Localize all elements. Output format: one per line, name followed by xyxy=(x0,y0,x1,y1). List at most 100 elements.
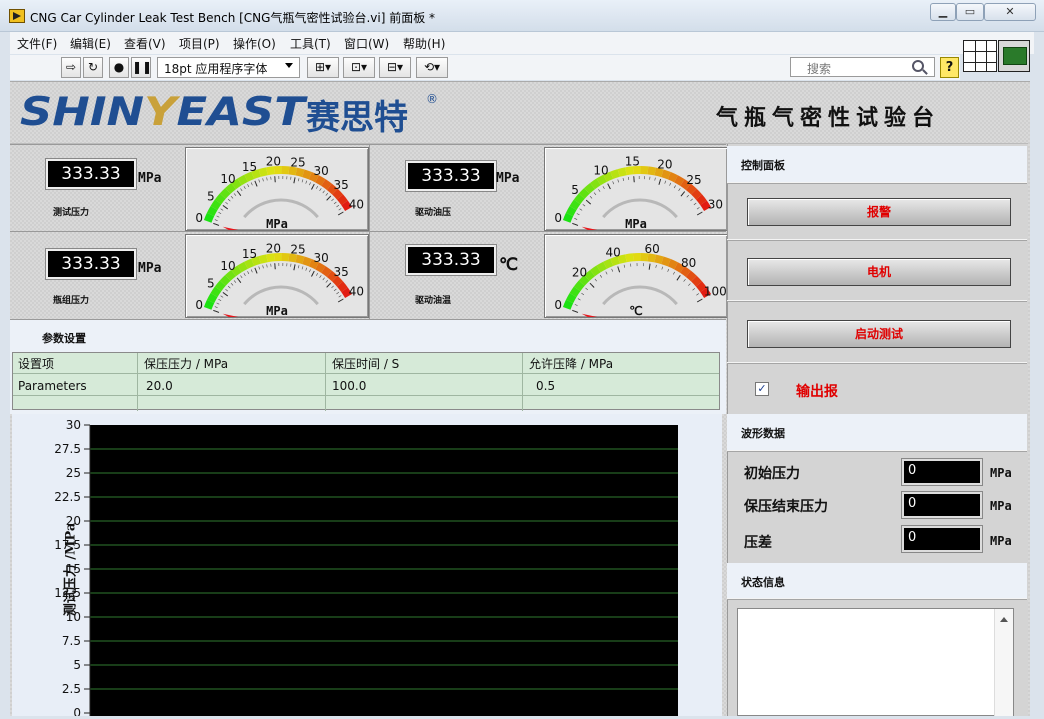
maximize-button[interactable]: ▭ xyxy=(956,3,984,21)
gauge-minor-tick xyxy=(670,183,671,186)
divider xyxy=(727,239,1027,241)
cylinder-pressure-label: 瓶组压力 xyxy=(53,293,89,306)
gauge-minor-tick xyxy=(674,185,675,188)
gauge-minor-tick xyxy=(320,275,322,277)
gauge-tick-label: 5 xyxy=(571,183,579,197)
table-cell[interactable]: Parameters xyxy=(13,377,87,393)
menu-view[interactable]: 查看(V) xyxy=(124,35,166,52)
param-table[interactable]: 设置项 保压压力 / MPa 保压时间 / S 允许压降 / MPa Param… xyxy=(12,352,720,410)
gauge-minor-tick xyxy=(217,303,220,304)
divider xyxy=(369,144,370,320)
gauge-tick-label: 40 xyxy=(349,198,364,212)
chart-y-tick-label: 5 xyxy=(73,658,81,672)
table-cell[interactable]: 0.5 xyxy=(531,377,555,393)
gauge-band-segment xyxy=(573,202,577,208)
close-button[interactable]: ✕ xyxy=(984,3,1036,21)
gauge-minor-tick xyxy=(323,191,325,193)
gauge-minor-tick xyxy=(237,191,239,193)
motor-button[interactable]: 电机 xyxy=(747,258,1011,286)
labview-app-icon xyxy=(9,9,25,23)
gauge-unit-label: MPa xyxy=(266,217,288,231)
window-title: CNG Car Cylinder Leak Test Bench [CNG气瓶气… xyxy=(30,9,435,26)
gauge-tick-label: 100 xyxy=(704,285,727,299)
gauge-minor-tick xyxy=(302,266,303,269)
gauge-minor-tick xyxy=(624,265,625,268)
gauge-band-segment xyxy=(599,265,605,269)
menu-tools[interactable]: 工具(T) xyxy=(290,35,331,52)
gauge-band-segment xyxy=(567,302,570,309)
gauge-minor-tick xyxy=(679,188,681,190)
resize-objects-icon[interactable]: ⊟▾ xyxy=(379,57,411,78)
divider xyxy=(727,598,1027,600)
menu-window[interactable]: 窗口(W) xyxy=(344,35,389,52)
test-pressure-label: 测试压力 xyxy=(53,205,89,218)
gauge-minor-tick xyxy=(656,265,657,268)
gauge-tick-label: 0 xyxy=(554,211,562,225)
gauge-minor-tick xyxy=(623,178,624,181)
output-alarm-label: 输出报 xyxy=(796,381,838,401)
pressure-chart[interactable]: 02.557.51012.51517.52022.52527.530 xyxy=(12,414,722,716)
divider xyxy=(727,182,1027,184)
control-panel-title: 控制面板 xyxy=(727,146,1027,182)
gauge-unit-label: ℃ xyxy=(629,304,642,318)
pause-icon[interactable]: ❚❚ xyxy=(131,57,151,78)
status-info-textbox[interactable] xyxy=(737,608,1014,716)
logo-text-a: SHIN xyxy=(20,90,144,135)
gauge-minor-tick xyxy=(575,304,578,305)
gauge-tick-label: 30 xyxy=(314,251,329,265)
reorder-icon[interactable]: ⟲▾ xyxy=(416,57,448,78)
start-test-button[interactable]: 启动测试 xyxy=(747,320,1011,348)
run-arrow-icon[interactable]: ⇨ xyxy=(61,57,81,78)
align-objects-icon[interactable]: ⊞▾ xyxy=(307,57,339,78)
abort-icon[interactable]: ● xyxy=(109,57,129,78)
menu-help[interactable]: 帮助(H) xyxy=(403,35,445,52)
distribute-objects-icon[interactable]: ⊡▾ xyxy=(343,57,375,78)
menu-operate[interactable]: 操作(O) xyxy=(233,35,276,52)
gauge-minor-tick xyxy=(302,179,303,182)
table-cell[interactable]: 100.0 xyxy=(327,377,366,393)
gauge-band-segment xyxy=(676,179,682,183)
gauge-minor-tick xyxy=(665,181,666,184)
gauge-tick-label: 10 xyxy=(220,259,235,273)
status-scrollbar[interactable] xyxy=(994,609,1013,716)
gauge-band-segment xyxy=(289,170,296,171)
end-pressure-unit: MPa xyxy=(990,499,1012,513)
table-header: 保压压力 / MPa xyxy=(139,353,228,372)
font-select[interactable]: 18pt 应用程序字体 xyxy=(157,57,300,78)
chart-y-tick-label: 30 xyxy=(66,418,81,432)
run-continuous-icon[interactable]: ↻ xyxy=(83,57,103,78)
gauge-band-segment xyxy=(260,171,267,173)
help-icon[interactable]: ? xyxy=(940,57,959,78)
drive-oil-pressure-display: 333.33 xyxy=(406,161,496,191)
gauge-band-segment xyxy=(246,175,253,178)
table-cell[interactable]: 20.0 xyxy=(141,377,173,393)
gauge-band-segment xyxy=(570,208,573,215)
menu-edit[interactable]: 编辑(E) xyxy=(70,35,111,52)
status-info-title: 状态信息 xyxy=(727,563,1027,599)
connector-pane-icon[interactable] xyxy=(963,40,997,72)
gauge-inner-arc xyxy=(244,200,318,217)
gauge-minor-tick xyxy=(580,209,583,211)
gauge-minor-tick xyxy=(683,192,685,194)
gauge-minor-tick xyxy=(574,218,577,219)
gauge-band-segment xyxy=(246,262,253,265)
output-alarm-checkbox[interactable]: ✓ xyxy=(755,382,769,396)
gauge-band-segment xyxy=(240,178,246,182)
vi-icon[interactable] xyxy=(998,40,1030,72)
chart-y-axis-label: 测试压力 /MPa xyxy=(59,523,78,617)
gauge-minor-tick xyxy=(696,293,698,295)
gauge-tick-label: 20 xyxy=(657,158,672,172)
gauge-band-segment xyxy=(648,170,655,171)
gauge-minor-tick xyxy=(251,269,252,272)
alarm-button[interactable]: 报警 xyxy=(747,198,1011,226)
menu-file[interactable]: 文件(F) xyxy=(17,35,57,52)
gauge-unit-label: MPa xyxy=(266,304,288,318)
pressure-diff-value: 0 xyxy=(902,526,982,552)
menu-project[interactable]: 项目(P) xyxy=(179,35,220,52)
gauge-minor-tick xyxy=(234,193,236,195)
gauge-minor-tick xyxy=(336,205,338,207)
gauge-tick-label: 0 xyxy=(195,211,203,225)
search-icon[interactable] xyxy=(912,60,924,72)
gauge-band-segment xyxy=(340,197,345,203)
minimize-button[interactable]: ▁ xyxy=(930,3,956,21)
